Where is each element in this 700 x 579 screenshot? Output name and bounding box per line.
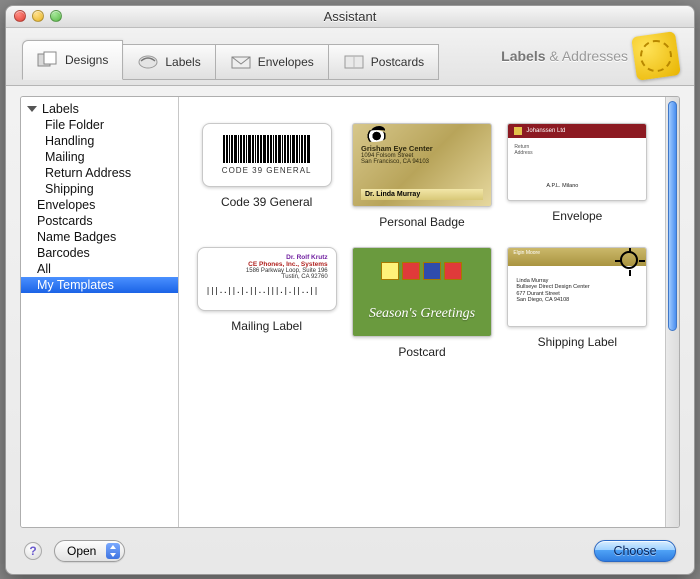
app-logo-icon [631,31,681,81]
template-item-personal-badge[interactable]: Grisham Eye Center 1094 Folsom Street Sa… [350,123,493,229]
tab-envelopes[interactable]: Envelopes [215,44,329,80]
template-caption: Code 39 General [221,195,312,209]
template-caption: Personal Badge [379,215,464,229]
sidebar-item-postcards[interactable]: Postcards [21,213,178,229]
window-title: Assistant [6,9,694,24]
barcode-icon [223,135,310,163]
ship-to-city: San Diego, CA 94108 [516,297,569,303]
template-thumb: CODE 39 GENERAL [202,123,332,187]
sidebar-item-return-address[interactable]: Return Address [21,165,178,181]
scrollbar-thumb[interactable] [668,101,677,331]
stocking-icon [444,262,462,280]
postnet-icon: |||..||.|.||..|||.|.||..|| [206,286,328,295]
envelope-to: A.P.L. Milano [546,183,578,190]
open-popup-button[interactable]: Open [54,540,125,562]
app-brand: Labels & Addresses [501,34,678,78]
toolbar: Designs Labels Envelopes Postcards Label… [6,28,694,86]
ship-to-street: 677 Durant Street [516,291,559,297]
sun-icon [620,251,638,269]
ship-to-org: Bullseye Direct Design Center [516,284,589,290]
sidebar-item-barcodes[interactable]: Barcodes [21,245,178,261]
titlebar: Assistant [6,6,694,28]
sidebar-item-envelopes[interactable]: Envelopes [21,197,178,213]
template-caption: Postcard [398,345,445,359]
sidebar-item-name-badges[interactable]: Name Badges [21,229,178,245]
designs-icon [37,51,59,69]
template-gallery: CODE 39 GENERAL Code 39 General Grisham … [179,97,665,527]
badge-org: Grisham Eye Center [361,144,483,153]
template-item-shipping-label[interactable]: Elgin Moore Linda Murray Bullseye Direct… [506,247,649,359]
tab-postcards[interactable]: Postcards [328,44,439,80]
tab-designs[interactable]: Designs [22,40,123,80]
template-caption: Mailing Label [231,319,302,333]
postcard-greeting: Season's Greetings [353,306,491,322]
sidebar-item-mailing[interactable]: Mailing [21,149,178,165]
tab-labels[interactable]: Labels [122,44,215,80]
sidebar-item-all[interactable]: All [21,261,178,277]
sidebar-item-shipping[interactable]: Shipping [21,181,178,197]
template-item-envelope[interactable]: Johanssen Ltd ReturnAddress A.P.L. Milan… [506,123,649,229]
tab-label: Labels [165,55,200,69]
ship-from: Elgin Moore [513,251,540,257]
mail-name: Dr. Rolf Krutz [206,254,328,261]
tab-label: Designs [65,53,108,67]
sidebar-item-file-folder[interactable]: File Folder [21,117,178,133]
mail-company: CE Phones, Inc., Systems [206,261,328,268]
template-thumb: Elgin Moore Linda Murray Bullseye Direct… [507,247,647,327]
template-item-code39[interactable]: CODE 39 GENERAL Code 39 General [195,123,338,229]
tab-label: Postcards [371,55,424,69]
sidebar-item-handling[interactable]: Handling [21,133,178,149]
content-area: Labels File Folder Handling Mailing Retu… [20,96,680,528]
logo-icon [514,127,522,135]
help-button[interactable]: ? [24,542,42,560]
template-thumb: Johanssen Ltd ReturnAddress A.P.L. Milan… [507,123,647,201]
badge-name: Dr. Linda Murray [361,189,483,200]
popup-arrows-icon [106,543,120,559]
template-item-mailing-label[interactable]: Dr. Rolf Krutz CE Phones, Inc., Systems … [195,247,338,359]
template-item-postcard[interactable]: Season's Greetings Postcard [350,247,493,359]
template-caption: Shipping Label [538,335,617,349]
labels-icon [137,53,159,71]
category-sidebar: Labels File Folder Handling Mailing Retu… [21,97,179,527]
disclosure-triangle-icon[interactable] [27,106,37,112]
eye-icon [361,130,387,142]
open-popup-label: Open [67,544,96,558]
tab-label: Envelopes [258,55,314,69]
template-thumb: Grisham Eye Center 1094 Folsom Street Sa… [352,123,492,207]
santa-hat-icon [402,262,420,280]
ornament-icon [381,262,399,280]
sidebar-item-my-templates[interactable]: My Templates [21,277,178,293]
choose-button[interactable]: Choose [594,540,676,562]
postcards-icon [343,53,365,71]
template-thumb: Season's Greetings [352,247,492,337]
ship-to-name: Linda Murray [516,278,548,284]
footer: ? Open Choose [6,528,694,574]
barcode-text: CODE 39 GENERAL [222,166,312,175]
sidebar-group-labels[interactable]: Labels [21,101,178,117]
badge-addr2: San Francisco, CA 94103 [361,159,483,165]
gallery-scrollbar[interactable] [665,97,679,527]
template-thumb: Dr. Rolf Krutz CE Phones, Inc., Systems … [197,247,337,311]
assistant-window: Assistant Designs Labels Envelopes Postc… [5,5,695,575]
snowflake-icon [423,262,441,280]
envelopes-icon [230,53,252,71]
mail-city: Tustin, CA 92760 [206,274,328,280]
gallery-wrap: CODE 39 GENERAL Code 39 General Grisham … [179,97,679,527]
sidebar-group-label: Labels [42,102,79,116]
template-caption: Envelope [552,209,602,223]
